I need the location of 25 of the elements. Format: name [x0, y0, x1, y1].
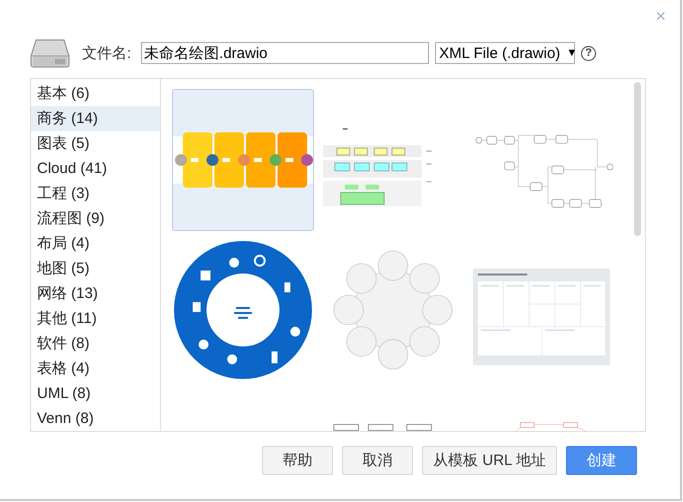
category-item[interactable]: Venn (8): [31, 406, 160, 431]
file-name-field[interactable]: 未命名绘图.drawio: [141, 42, 430, 64]
template-thumbnail[interactable]: [172, 89, 314, 231]
hard-drive-icon: [30, 38, 70, 68]
category-item[interactable]: 工程 (3): [31, 181, 160, 206]
category-item[interactable]: UML (8): [31, 381, 160, 406]
dialog-button[interactable]: 从模板 URL 地址: [422, 446, 557, 475]
category-item[interactable]: 基本 (6): [31, 81, 160, 106]
category-item[interactable]: 表格 (4): [31, 356, 160, 381]
category-item[interactable]: 软件 (8): [31, 331, 160, 356]
format-dropdown[interactable]: XML File (.drawio) ▼: [435, 42, 576, 64]
category-item[interactable]: 图表 (5): [31, 131, 160, 156]
category-item[interactable]: Cloud (41): [31, 156, 160, 181]
dialog-button[interactable]: 取消: [342, 446, 414, 475]
category-item[interactable]: 布局 (4): [31, 231, 160, 256]
dialog-button[interactable]: 帮助: [262, 446, 334, 475]
category-item[interactable]: 流程图 (9): [31, 206, 160, 231]
file-name-label: 文件名:: [82, 44, 132, 62]
scrollbar-thumb[interactable]: [634, 82, 641, 236]
category-item[interactable]: 地图 (5): [31, 256, 160, 281]
template-thumbnail[interactable]: [172, 239, 314, 381]
help-icon[interactable]: ?: [581, 46, 596, 60]
category-item[interactable]: 其他 (11): [31, 306, 160, 331]
category-item[interactable]: 网络 (13): [31, 281, 160, 306]
category-item[interactable]: 商务 (14): [31, 106, 160, 131]
